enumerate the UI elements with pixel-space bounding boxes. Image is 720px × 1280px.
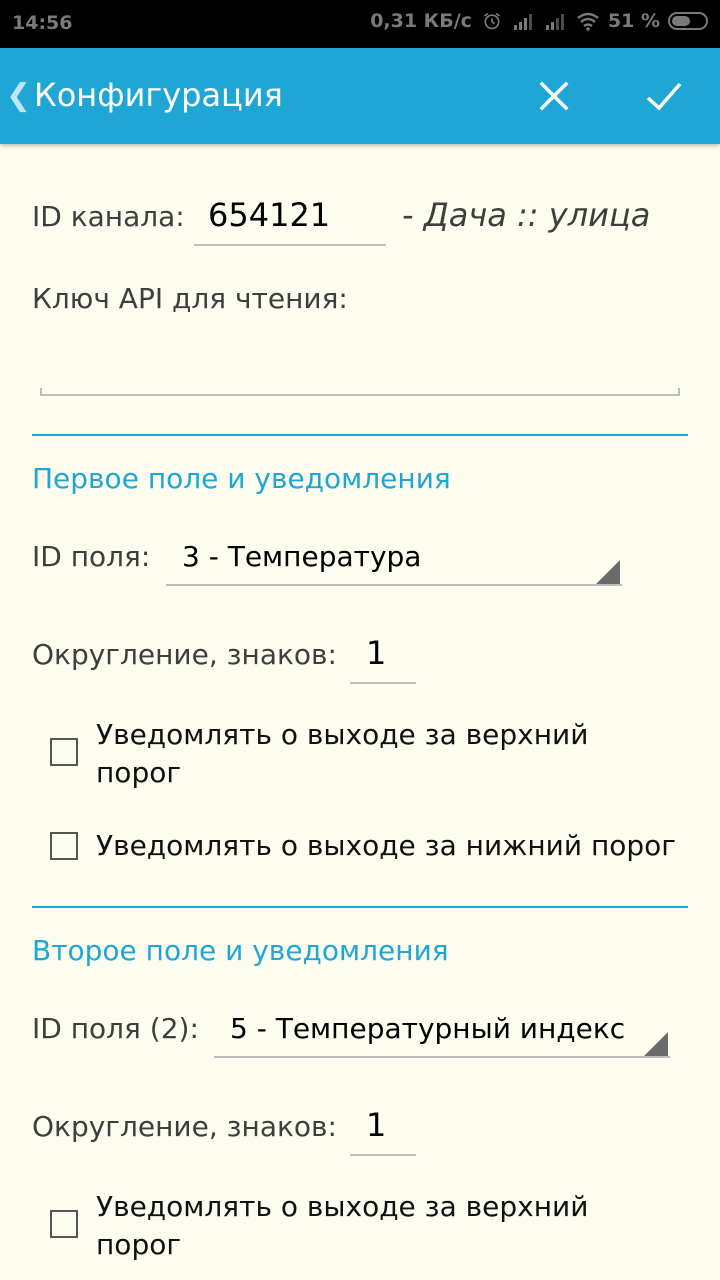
status-time: 14:56 xyxy=(12,12,73,34)
field1-notify-upper-label[interactable]: Уведомлять о выходе за верхний порог xyxy=(96,716,588,792)
field1-id-select[interactable]: 3 - Температура xyxy=(166,530,622,586)
cell-signal-2-icon xyxy=(545,14,564,30)
chevron-left-icon[interactable]: ❮ xyxy=(6,78,31,113)
network-speed: 0,31 КБ/с xyxy=(370,10,472,32)
field1-select-underline xyxy=(166,584,622,586)
status-icons: 0,31 КБ/с 51 % xyxy=(370,10,708,32)
field2-notify-upper-line2: порог xyxy=(96,1228,182,1261)
section-title-field2: Второе поле и уведомления xyxy=(32,934,449,967)
field1-notify-upper-line2: порог xyxy=(96,756,182,789)
channel-id-input[interactable]: 654121 xyxy=(208,196,330,234)
field2-id-value: 5 - Температурный индекс xyxy=(230,1012,626,1045)
channel-id-label: ID канала: xyxy=(32,200,185,233)
battery-level: 51 % xyxy=(607,10,660,32)
api-key-input[interactable] xyxy=(40,330,680,398)
field1-notify-upper-line1: Уведомлять о выходе за верхний xyxy=(96,718,589,751)
status-bar: 14:56 0,31 КБ/с 51 % xyxy=(0,0,720,48)
channel-id-underline xyxy=(194,244,386,246)
check-icon[interactable] xyxy=(642,74,686,118)
field1-notify-lower-label[interactable]: Уведомлять о выходе за нижний порог xyxy=(96,827,676,865)
field1-notify-lower-checkbox[interactable] xyxy=(50,832,78,860)
field2-notify-upper-checkbox[interactable] xyxy=(50,1210,78,1238)
field2-rounding-label: Округление, знаков: xyxy=(32,1110,337,1143)
channel-name: - Дача :: улица xyxy=(402,196,651,234)
field1-id-value: 3 - Температура xyxy=(182,540,422,573)
api-key-tick-right xyxy=(678,388,680,396)
wifi-icon xyxy=(577,12,599,31)
field1-rounding-input[interactable]: 1 xyxy=(366,634,386,672)
field2-id-select[interactable]: 5 - Температурный индекс xyxy=(214,1002,670,1058)
dropdown-arrow-icon xyxy=(644,1032,668,1056)
alarm-icon xyxy=(483,12,500,30)
dropdown-arrow-icon xyxy=(596,560,620,584)
field1-notify-upper-checkbox[interactable] xyxy=(50,738,78,766)
field2-rounding-underline xyxy=(350,1154,416,1156)
page-title: Конфигурация xyxy=(34,76,283,114)
field2-id-label: ID поля (2): xyxy=(32,1012,199,1045)
battery-icon xyxy=(668,12,708,30)
field2-rounding-input[interactable]: 1 xyxy=(366,1106,386,1144)
field1-id-label: ID поля: xyxy=(32,540,151,573)
close-icon[interactable] xyxy=(534,76,574,116)
api-key-underline xyxy=(40,394,680,396)
field2-notify-upper-label[interactable]: Уведомлять о выходе за верхний порог xyxy=(96,1188,588,1264)
api-key-label: Ключ API для чтения: xyxy=(32,282,348,315)
field2-notify-upper-line1: Уведомлять о выходе за верхний xyxy=(96,1190,589,1223)
app-bar: ❮ Конфигурация xyxy=(0,48,720,144)
section-divider xyxy=(32,906,688,908)
api-key-tick-left xyxy=(40,388,42,396)
section-divider xyxy=(32,434,688,436)
field1-rounding-label: Округление, знаков: xyxy=(32,638,337,671)
field1-rounding-underline xyxy=(350,682,416,684)
cell-signal-icon xyxy=(513,14,532,30)
section-title-field1: Первое поле и уведомления xyxy=(32,462,451,495)
field2-select-underline xyxy=(214,1056,670,1058)
